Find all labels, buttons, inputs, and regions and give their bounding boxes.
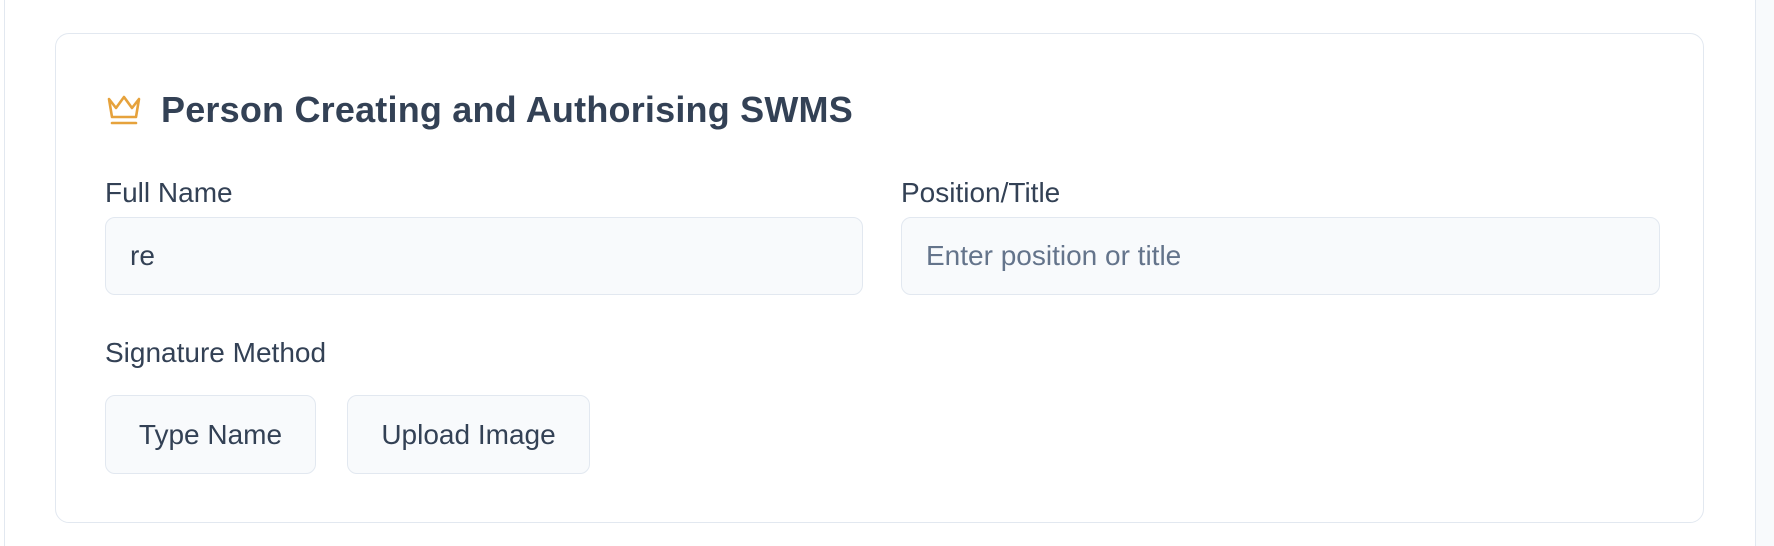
upload-image-button[interactable]: Upload Image xyxy=(347,395,590,474)
card-header: Person Creating and Authorising SWMS xyxy=(105,89,853,131)
full-name-label: Full Name xyxy=(105,177,233,208)
crown-icon xyxy=(105,91,143,129)
card-title: Person Creating and Authorising SWMS xyxy=(161,89,853,130)
page-right-margin xyxy=(1756,0,1774,546)
position-title-label: Position/Title xyxy=(901,177,1061,208)
type-name-button[interactable]: Type Name xyxy=(105,395,316,474)
authoriser-card: Person Creating and Authorising SWMS Ful… xyxy=(55,33,1704,523)
signature-method-label: Signature Method xyxy=(105,337,327,368)
position-title-input[interactable] xyxy=(901,217,1660,295)
full-name-input[interactable] xyxy=(105,217,863,295)
